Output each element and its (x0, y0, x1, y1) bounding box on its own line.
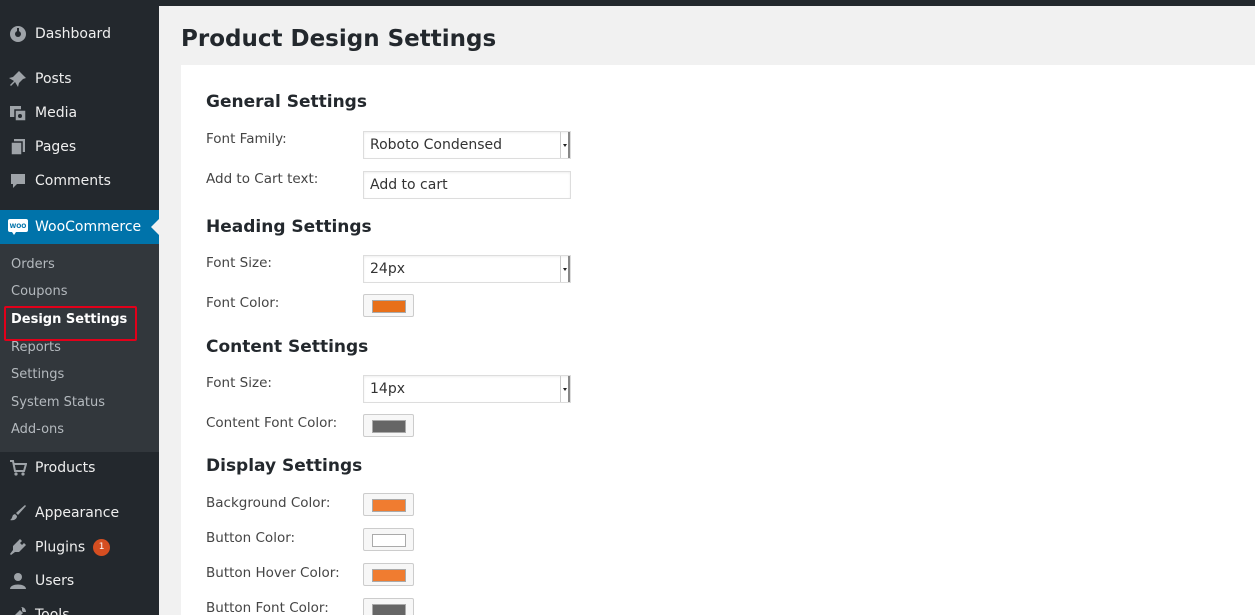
user-icon (8, 571, 28, 591)
chevron-down-icon (560, 132, 570, 158)
background-color-label: Background Color: (206, 495, 331, 511)
comment-icon (8, 171, 28, 191)
color-swatch (372, 534, 406, 547)
add-to-cart-input[interactable]: Add to cart (363, 171, 571, 199)
heading-font-size-select[interactable]: 24px (363, 255, 571, 283)
menu-label: Plugins 1 (35, 538, 111, 556)
menu-users[interactable]: Users (0, 564, 159, 598)
button-font-color-picker[interactable] (363, 598, 414, 615)
menu-comments[interactable]: Comments (0, 164, 159, 198)
menu-label: Pages (35, 139, 77, 155)
wrench-icon (8, 605, 28, 615)
admin-sidebar: Dashboard Posts Media Pages Comments WOO… (0, 0, 159, 615)
color-swatch (372, 604, 406, 615)
font-family-select[interactable]: Roboto Condensed (363, 131, 571, 159)
color-swatch (372, 420, 406, 433)
menu-label: WooCommerce (35, 219, 142, 235)
brush-icon (8, 503, 28, 523)
add-to-cart-label: Add to Cart text: (206, 171, 319, 187)
menu-posts[interactable]: Posts (0, 62, 159, 96)
font-family-label: Font Family: (206, 131, 287, 147)
menu-pages[interactable]: Pages (0, 130, 159, 164)
chevron-down-icon (560, 256, 570, 282)
menu-label: Appearance (35, 505, 120, 521)
svg-text:WOO: WOO (10, 223, 27, 230)
menu-label: Products (35, 460, 96, 476)
color-swatch (372, 300, 406, 313)
dashboard-icon (8, 24, 28, 44)
page-title: Product Design Settings (181, 26, 497, 52)
button-color-picker[interactable] (363, 528, 414, 551)
menu-woocommerce[interactable]: WOO WooCommerce (0, 210, 159, 244)
button-font-color-label: Button Font Color: (206, 600, 329, 615)
menu-tools[interactable]: Tools (0, 598, 159, 615)
submenu-system-status[interactable]: System Status (11, 394, 105, 412)
content-font-color-picker[interactable] (363, 414, 414, 437)
woo-icon: WOO (8, 217, 28, 237)
menu-label: Media (35, 105, 78, 121)
menu-label: Users (35, 573, 75, 589)
general-settings-title: General Settings (206, 92, 367, 112)
submenu-coupons[interactable]: Coupons (11, 283, 68, 301)
update-count-badge: 1 (93, 538, 111, 556)
admin-bar (0, 0, 1255, 6)
menu-appearance[interactable]: Appearance (0, 496, 159, 530)
content-font-size-value: 14px (370, 381, 405, 397)
submenu-reports[interactable]: Reports (11, 339, 61, 357)
pages-icon (8, 137, 28, 157)
button-hover-color-picker[interactable] (363, 563, 414, 586)
media-icon (8, 103, 28, 123)
heading-font-color-label: Font Color: (206, 295, 280, 311)
menu-label: Comments (35, 173, 111, 189)
heading-settings-title: Heading Settings (206, 217, 372, 237)
menu-products[interactable]: Products (0, 451, 159, 485)
plugin-icon (8, 537, 28, 557)
cart-icon (8, 458, 28, 478)
heading-font-color-picker[interactable] (363, 294, 414, 317)
font-family-value: Roboto Condensed (370, 137, 503, 153)
submenu-add-ons[interactable]: Add-ons (11, 421, 64, 439)
highlight-annotation (4, 306, 137, 341)
menu-label: Tools (35, 607, 70, 615)
content-font-size-label: Font Size: (206, 375, 272, 391)
menu-plugins[interactable]: Plugins 1 (0, 530, 159, 564)
submenu-settings[interactable]: Settings (11, 366, 64, 384)
add-to-cart-value: Add to cart (370, 177, 448, 193)
content-font-size-select[interactable]: 14px (363, 375, 571, 403)
button-color-label: Button Color: (206, 530, 296, 546)
woocommerce-submenu: Orders Coupons Design Settings Reports S… (0, 244, 159, 452)
display-settings-title: Display Settings (206, 456, 363, 476)
menu-dashboard[interactable]: Dashboard (0, 17, 159, 51)
heading-font-size-label: Font Size: (206, 255, 272, 271)
color-swatch (372, 499, 406, 512)
submenu-orders[interactable]: Orders (11, 256, 55, 274)
menu-media[interactable]: Media (0, 96, 159, 130)
chevron-down-icon (560, 376, 570, 402)
button-hover-color-label: Button Hover Color: (206, 565, 340, 581)
color-swatch (372, 569, 406, 582)
content-settings-title: Content Settings (206, 337, 369, 357)
pin-icon (8, 69, 28, 89)
heading-font-size-value: 24px (370, 261, 405, 277)
menu-label: Posts (35, 71, 72, 87)
background-color-picker[interactable] (363, 493, 414, 516)
menu-label: Dashboard (35, 26, 111, 42)
content-font-color-label: Content Font Color: (206, 415, 338, 431)
